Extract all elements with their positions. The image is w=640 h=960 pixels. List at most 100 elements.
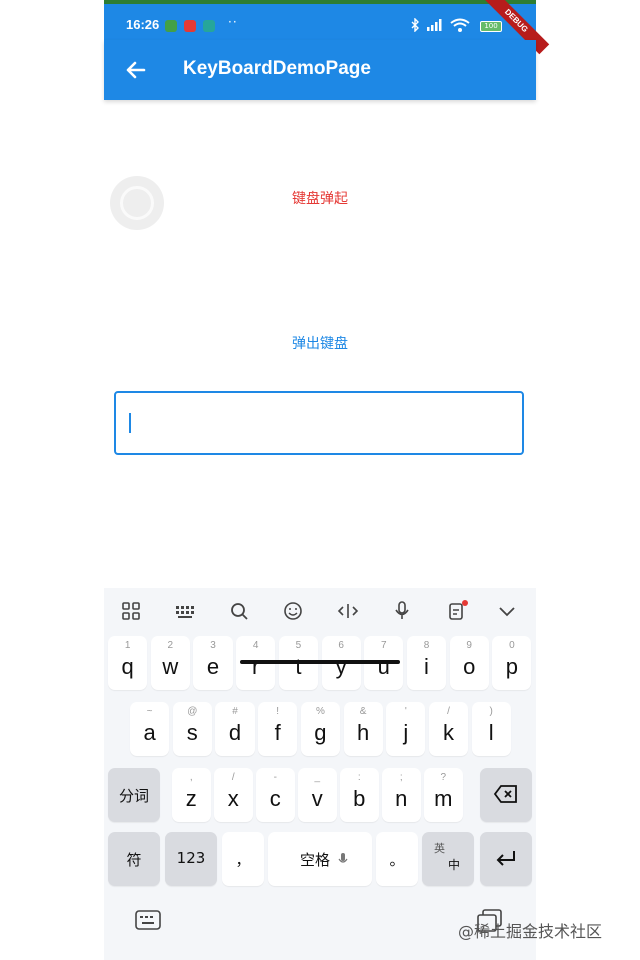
key-hint: ~ <box>146 706 153 717</box>
bluetooth-icon <box>411 18 419 32</box>
enter-key[interactable] <box>480 832 532 886</box>
key-label: h <box>356 720 370 745</box>
status-bar: 16:26 ·· 100 DEBUG <box>104 0 550 55</box>
key-hint: 0 <box>509 640 515 651</box>
key-hint: - <box>273 772 277 783</box>
text-cursor <box>129 413 131 433</box>
key-d[interactable]: # d <box>215 702 255 756</box>
emoji-icon[interactable] <box>280 598 306 624</box>
key-p[interactable]: 0p <box>492 636 532 690</box>
key-b[interactable]: :b <box>340 768 379 822</box>
lang-key-top: 英 <box>434 842 445 855</box>
key-hint: ' <box>404 706 407 717</box>
key-label: z <box>185 786 197 811</box>
collapse-keyboard-icon[interactable] <box>494 598 520 624</box>
key-m[interactable]: ? m <box>424 768 463 822</box>
key-g[interactable]: % g <box>300 702 340 756</box>
key-q[interactable]: 1q <box>108 636 148 690</box>
key-label: x <box>227 786 239 811</box>
key-hint: / <box>447 706 450 717</box>
key-a[interactable]: ~ a <box>130 702 170 756</box>
app-notification-icon <box>165 20 177 32</box>
key-hint: ) <box>489 706 493 717</box>
key-label: n <box>395 786 408 811</box>
keyboard-toolbar <box>104 588 536 634</box>
page-title: KeyBoardDemoPage <box>183 58 371 79</box>
key-hint: 1 <box>124 640 131 651</box>
back-arrow-icon[interactable] <box>120 54 152 86</box>
segment-key-label: 分词 <box>118 787 149 805</box>
number-key-label: 123 <box>176 849 206 867</box>
text-input[interactable] <box>114 391 524 455</box>
key-v[interactable]: _ v <box>298 768 337 822</box>
battery-icon: 100 <box>480 21 502 32</box>
key-hint: 6 <box>338 640 344 651</box>
key-s[interactable]: @ s <box>172 702 212 756</box>
key-label: a <box>143 720 156 745</box>
key-hint: ; <box>399 772 403 783</box>
wifi-icon <box>450 18 470 32</box>
key-e[interactable]: 3e <box>193 636 233 690</box>
key-hint: / <box>231 772 235 783</box>
more-notifications-icon: ·· <box>228 15 238 29</box>
key-hint: 4 <box>252 640 259 651</box>
key-hint: 8 <box>423 640 430 651</box>
period-key[interactable]: 。 <box>376 832 418 886</box>
key-label: w <box>162 654 179 679</box>
key-o[interactable]: 9o <box>449 636 489 690</box>
key-x[interactable]: / x <box>214 768 253 822</box>
key-label: o <box>463 654 476 679</box>
keyboard-switch-icon[interactable] <box>134 908 162 932</box>
language-switch-key[interactable]: 英 中 <box>422 832 474 886</box>
app-notification-icon <box>184 20 196 32</box>
key-hint: 2 <box>167 640 174 651</box>
screen: 16:26 ·· 100 DEBUG KeyBoardDemoPage 键盘弹起… <box>0 0 640 960</box>
space-key[interactable]: 空格 <box>268 832 372 886</box>
symbol-key-label: 符 <box>126 851 142 869</box>
clipboard-icon[interactable] <box>444 598 470 624</box>
show-keyboard-button[interactable]: 弹出键盘 <box>274 330 366 358</box>
key-w[interactable]: 2w <box>150 636 190 690</box>
key-hint: , <box>189 772 193 783</box>
keyboard-status-label: 键盘弹起 <box>292 191 348 207</box>
signal-icon <box>427 19 442 31</box>
period-key-label: 。 <box>389 851 405 869</box>
key-hint: ? <box>440 772 447 783</box>
voice-input-icon <box>338 853 348 863</box>
key-hint: % <box>315 706 325 717</box>
enter-icon <box>496 851 515 866</box>
key-label: e <box>206 654 220 679</box>
cursor-move-icon[interactable] <box>335 598 361 624</box>
key-n[interactable]: ; n <box>382 768 421 822</box>
keyboard-layout-icon[interactable] <box>172 598 198 624</box>
key-label: s <box>186 720 198 745</box>
lang-key-bottom: 中 <box>448 858 461 872</box>
key-label: k <box>442 720 454 745</box>
grid-icon[interactable] <box>118 598 144 624</box>
number-key[interactable]: 123 <box>165 832 217 886</box>
key-label: i <box>424 654 429 679</box>
key-label: v <box>311 786 323 811</box>
status-time: 16:26 <box>126 17 160 32</box>
key-z[interactable]: ,z <box>172 768 211 822</box>
microphone-icon[interactable] <box>389 598 415 624</box>
key-l[interactable]: ) l <box>471 702 511 756</box>
search-icon[interactable] <box>226 598 252 624</box>
key-hint: : <box>357 772 361 783</box>
key-h[interactable]: & h <box>343 702 383 756</box>
key-i[interactable]: 8i <box>406 636 447 690</box>
key-hint: & <box>359 706 367 717</box>
key-c[interactable]: -c <box>256 768 295 822</box>
key-label: y <box>335 654 347 679</box>
key-label: u <box>377 654 390 679</box>
key-label: b <box>353 786 366 811</box>
home-indicator[interactable] <box>240 660 400 664</box>
key-j[interactable]: ' j <box>386 702 426 756</box>
key-label: t <box>295 654 302 679</box>
key-k[interactable]: / k <box>428 702 469 756</box>
symbol-key[interactable]: 符 <box>108 832 160 886</box>
key-f[interactable]: ! f <box>258 702 298 756</box>
backspace-key[interactable] <box>480 768 532 822</box>
segment-key[interactable]: 分词 <box>108 768 160 822</box>
app-notification-icon <box>203 20 215 32</box>
